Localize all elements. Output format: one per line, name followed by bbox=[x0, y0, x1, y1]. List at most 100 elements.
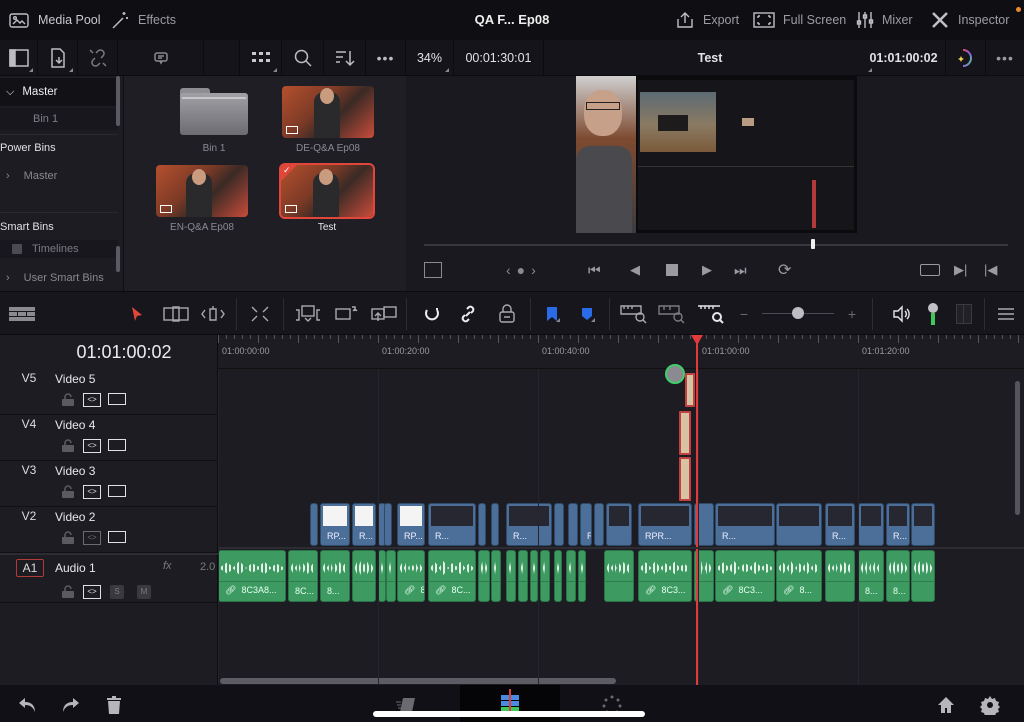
timeline-menu-button[interactable] bbox=[994, 302, 1018, 326]
playhead-handle[interactable] bbox=[691, 335, 703, 345]
more-options-button[interactable]: ••• bbox=[366, 40, 406, 76]
audio-clip[interactable] bbox=[540, 550, 550, 602]
zoom-custom-button[interactable] bbox=[697, 302, 725, 326]
track-name[interactable]: Video 2 bbox=[55, 510, 95, 524]
overwrite-clip-button[interactable] bbox=[334, 302, 358, 326]
power-bin-master[interactable]: › Master bbox=[0, 164, 118, 188]
auto-select-track-icon[interactable]: <> bbox=[83, 393, 101, 407]
audio-clip[interactable] bbox=[378, 550, 386, 602]
video-clip[interactable] bbox=[594, 503, 604, 546]
stop-icon[interactable] bbox=[666, 264, 678, 276]
video-clip[interactable]: RP... bbox=[397, 503, 425, 546]
search-button[interactable] bbox=[282, 40, 324, 76]
user-smart-bins[interactable]: › User Smart Bins bbox=[0, 268, 118, 288]
video-clip[interactable] bbox=[776, 503, 822, 546]
audio-clip[interactable] bbox=[518, 550, 528, 602]
audio-clip[interactable]: 8... bbox=[858, 550, 884, 602]
track-id[interactable]: V2 bbox=[10, 509, 48, 523]
v4-clip[interactable] bbox=[679, 411, 691, 455]
video-clip[interactable]: R... bbox=[352, 503, 376, 546]
audio-clip[interactable]: 8C... bbox=[288, 550, 318, 602]
mixer-button[interactable]: Mixer bbox=[856, 0, 913, 40]
media-item-test[interactable]: ✓ Test bbox=[279, 163, 375, 233]
track-name[interactable]: Video 3 bbox=[55, 464, 95, 478]
inspector-button[interactable]: Inspector bbox=[930, 0, 1009, 40]
lock-track-icon[interactable] bbox=[61, 439, 75, 453]
viewer-zoom-dropdown[interactable]: 34% bbox=[406, 40, 454, 76]
track-id[interactable]: A1 bbox=[16, 559, 44, 577]
sort-button[interactable] bbox=[324, 40, 366, 76]
video-clip[interactable]: R... bbox=[506, 503, 552, 546]
audio-clip[interactable] bbox=[491, 550, 501, 602]
dual-meter-button[interactable] bbox=[956, 304, 972, 324]
lock-track-icon[interactable] bbox=[61, 531, 75, 545]
zoom-detail-button[interactable] bbox=[658, 302, 686, 326]
flag-button[interactable] bbox=[540, 302, 564, 326]
snapping-button[interactable] bbox=[420, 302, 444, 326]
video-clip[interactable] bbox=[858, 503, 884, 546]
undo-button[interactable] bbox=[16, 693, 40, 717]
replace-clip-button[interactable] bbox=[370, 302, 398, 326]
trim-tool-button[interactable] bbox=[162, 302, 190, 326]
home-button[interactable] bbox=[934, 693, 958, 717]
effects-button[interactable]: Effects bbox=[110, 0, 176, 40]
auto-select-track-icon[interactable]: <> bbox=[83, 485, 101, 499]
audio-clip[interactable]: 🔗︎ 8C3... bbox=[638, 550, 692, 602]
toggle-bin-list-button[interactable] bbox=[0, 40, 38, 76]
track-id[interactable]: V5 bbox=[10, 371, 48, 385]
auto-select-track-icon[interactable]: <> bbox=[83, 585, 101, 599]
audio-clip[interactable]: 🔗︎ 8C... bbox=[397, 550, 425, 602]
timeline-vertical-scrollbar[interactable] bbox=[1015, 381, 1020, 515]
track-fx-button[interactable]: fx bbox=[163, 560, 172, 572]
track-id[interactable]: V3 bbox=[10, 463, 48, 477]
video-clip[interactable]: RP... bbox=[320, 503, 350, 546]
jump-to-start-icon[interactable]: ⏮ bbox=[588, 262, 601, 279]
export-button[interactable]: Export bbox=[675, 0, 739, 40]
video-clip[interactable]: RPR... bbox=[638, 503, 692, 546]
enable-track-icon[interactable] bbox=[108, 531, 126, 543]
audio-level-knob[interactable] bbox=[928, 303, 938, 313]
marker-button[interactable] bbox=[575, 302, 599, 326]
media-pool-button[interactable]: Media Pool bbox=[8, 0, 101, 40]
audio-clip[interactable] bbox=[478, 550, 490, 602]
v3-clip[interactable] bbox=[679, 457, 691, 501]
linked-selection-button[interactable] bbox=[456, 302, 480, 326]
audio-clip[interactable]: 8... bbox=[320, 550, 350, 602]
next-edit-icon[interactable]: ▶| bbox=[954, 262, 967, 278]
timeline-selector[interactable]: Test bbox=[544, 40, 876, 76]
audio-clip[interactable] bbox=[578, 550, 586, 602]
zoom-out-button[interactable]: − bbox=[732, 302, 756, 326]
auto-select-track-icon[interactable]: <> bbox=[83, 531, 101, 545]
insert-clip-button[interactable] bbox=[294, 302, 322, 326]
zoom-in-button[interactable]: + bbox=[840, 302, 864, 326]
media-item-en-qa-ep08[interactable]: EN-Q&A Ep08 bbox=[156, 165, 248, 233]
timeline-view-options-button[interactable] bbox=[8, 302, 36, 326]
audio-clip[interactable] bbox=[911, 550, 935, 602]
audio-clip[interactable] bbox=[386, 550, 396, 602]
transform-button[interactable] bbox=[424, 262, 442, 278]
v5-clip[interactable] bbox=[685, 373, 695, 407]
audio-clip[interactable]: 🔗︎ 8C... bbox=[428, 550, 476, 602]
timeline-horizontal-scrollbar[interactable] bbox=[220, 678, 616, 684]
scrubber-handle[interactable] bbox=[811, 239, 815, 249]
video-clip[interactable]: R... bbox=[886, 503, 910, 546]
video-clip[interactable] bbox=[310, 503, 318, 546]
video-clip[interactable] bbox=[384, 503, 392, 546]
play-icon[interactable]: ▶ bbox=[702, 262, 712, 278]
enable-track-icon[interactable] bbox=[108, 485, 126, 497]
viewer-more-button[interactable]: ••• bbox=[986, 40, 1024, 76]
audio-clip[interactable] bbox=[566, 550, 576, 602]
audio-clip[interactable] bbox=[506, 550, 516, 602]
blade-tool-button[interactable] bbox=[248, 302, 272, 326]
bin-list-scrollbar-bottom[interactable] bbox=[116, 246, 120, 272]
dynamic-trim-button[interactable] bbox=[199, 302, 227, 326]
timeline-tracks-area[interactable]: 01:00:00:00 01:00:20:00 01:00:40:00 01:01:0… bbox=[218, 335, 1024, 685]
scrubber-track[interactable] bbox=[424, 244, 1008, 246]
import-media-button[interactable] bbox=[38, 40, 78, 76]
settings-button[interactable] bbox=[978, 693, 1002, 717]
keyframe-nav-icon[interactable]: ‹●› bbox=[506, 262, 542, 278]
bin-list-scrollbar-top[interactable] bbox=[116, 76, 120, 126]
smart-bin-timelines[interactable]: Timelines bbox=[0, 240, 118, 258]
jump-to-end-icon[interactable]: ⏭ bbox=[734, 262, 747, 279]
bin-master[interactable]: ⌵ Master bbox=[0, 78, 118, 106]
